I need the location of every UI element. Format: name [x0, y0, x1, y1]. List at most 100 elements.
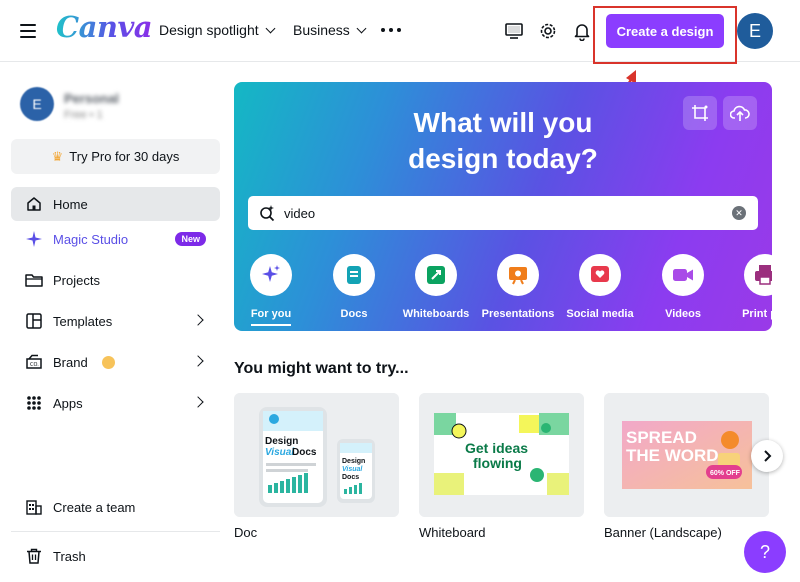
category-whiteboards[interactable]: Whiteboards — [395, 254, 477, 320]
chevron-down-icon — [356, 23, 367, 33]
new-badge: New — [175, 232, 206, 246]
carousel-next-button[interactable] — [751, 440, 783, 472]
try-pro-label: Try Pro for 30 days — [69, 149, 180, 164]
category-label: Whiteboards — [402, 308, 470, 320]
whiteboard-icon — [415, 254, 457, 296]
nav-design-spotlight[interactable]: Design spotlight — [159, 22, 276, 38]
category-presentations[interactable]: Presentations — [477, 254, 559, 320]
custom-size-button[interactable] — [683, 96, 717, 130]
upload-button[interactable] — [723, 96, 757, 130]
profile-plan: Free • 1 — [64, 109, 103, 121]
hero-banner: What will you design today? video ✕ For … — [234, 82, 772, 331]
banner-thumbnail: SPREAD THE WORD 60% OFF — [604, 393, 769, 517]
category-label: Social media — [566, 308, 634, 320]
trash-icon — [25, 547, 43, 565]
category-label: Presentations — [481, 308, 555, 320]
search-input[interactable]: video ✕ — [248, 196, 758, 230]
suggestion-card-banner[interactable]: SPREAD THE WORD 60% OFF — [604, 393, 769, 517]
svg-text:CO.: CO. — [30, 362, 39, 368]
chevron-right-icon — [192, 355, 204, 367]
try-pro-button[interactable]: ♛ Try Pro for 30 days — [11, 139, 220, 174]
sidebar: E Personal Free • 1 ♛ Try Pro for 30 day… — [0, 62, 232, 582]
notifications-bell-icon[interactable] — [570, 19, 594, 43]
video-icon — [662, 254, 704, 296]
doc-thumbnail: Design Visual Docs Design Visual Docs — [234, 393, 399, 517]
more-options-icon[interactable] — [381, 28, 401, 32]
sidebar-item-label: Trash — [53, 548, 86, 564]
profile-name: Personal — [64, 91, 119, 106]
heart-icon — [579, 254, 621, 296]
doc-icon — [333, 254, 375, 296]
chevron-right-icon — [764, 450, 772, 462]
svg-text:Docs: Docs — [292, 447, 317, 458]
category-videos[interactable]: Videos — [642, 254, 724, 320]
card-label-banner: Banner (Landscape) — [604, 525, 722, 540]
category-docs[interactable]: Docs — [313, 254, 395, 320]
svg-text:Design: Design — [342, 458, 365, 465]
magic-sparkle-icon — [25, 230, 43, 248]
print-icon — [744, 254, 772, 296]
sidebar-item-brand[interactable]: CO. Brand — [11, 345, 220, 379]
templates-icon — [25, 312, 43, 330]
sidebar-item-magic-studio[interactable]: Magic Studio New — [11, 222, 220, 256]
category-label: Videos — [665, 308, 701, 320]
sidebar-item-label: Projects — [53, 272, 100, 288]
sidebar-item-home[interactable]: Home — [11, 187, 220, 221]
profile-avatar[interactable]: E — [20, 87, 54, 121]
menu-icon[interactable] — [18, 21, 38, 41]
chevron-right-icon — [192, 314, 204, 326]
sidebar-item-label: Home — [53, 196, 88, 212]
svg-text:SPREAD: SPREAD — [626, 428, 697, 447]
brand-icon: CO. — [25, 353, 43, 371]
sidebar-item-apps[interactable]: Apps — [11, 386, 220, 420]
svg-text:Docs: Docs — [342, 474, 359, 481]
crown-icon: ♛ — [51, 148, 64, 164]
chevron-down-icon — [265, 23, 276, 33]
help-button[interactable]: ? — [744, 531, 786, 573]
sidebar-item-templates[interactable]: Templates — [11, 304, 220, 338]
nav-business[interactable]: Business — [293, 22, 367, 38]
sidebar-item-label: Magic Studio — [53, 231, 129, 247]
suggestion-card-whiteboard[interactable]: Get ideas flowing — [419, 393, 584, 517]
canva-logo[interactable]: Canva — [56, 10, 153, 44]
svg-text:Visual: Visual — [265, 447, 294, 458]
category-for-you[interactable]: For you — [234, 254, 312, 326]
magic-search-icon — [260, 205, 275, 222]
cloud-upload-icon — [730, 105, 750, 121]
sidebar-item-trash[interactable]: Trash — [11, 539, 220, 573]
top-bar: Canva Design spotlight Business Create a… — [0, 0, 800, 64]
suggestion-card-doc[interactable]: Design Visual Docs Design Visual Docs — [234, 393, 399, 517]
svg-text:THE WORD: THE WORD — [626, 446, 719, 465]
sparkle-icon — [250, 254, 292, 296]
chevron-right-icon — [192, 396, 204, 408]
sidebar-item-create-team[interactable]: Create a team — [11, 490, 220, 524]
hero-title-line: design today? — [408, 143, 598, 174]
nav-label: Design spotlight — [159, 22, 259, 38]
clear-search-icon[interactable]: ✕ — [732, 206, 746, 220]
category-social-media[interactable]: Social media — [559, 254, 641, 320]
active-underline — [251, 324, 291, 326]
sidebar-item-label: Apps — [53, 395, 83, 411]
sidebar-item-label: Create a team — [53, 499, 136, 515]
folder-icon — [25, 271, 43, 289]
sidebar-item-label: Brand — [53, 354, 88, 370]
apps-grid-icon — [25, 394, 43, 412]
desktop-app-icon[interactable] — [502, 19, 526, 43]
svg-text:Visual: Visual — [342, 466, 363, 473]
sidebar-item-label: Templates — [53, 313, 113, 329]
whiteboard-thumbnail: Get ideas flowing — [419, 393, 584, 517]
account-avatar[interactable]: E — [737, 13, 773, 49]
resize-icon — [692, 105, 708, 121]
category-print[interactable]: Print pro — [724, 254, 772, 320]
card-label-whiteboard: Whiteboard — [419, 525, 486, 540]
settings-gear-icon[interactable] — [536, 19, 560, 43]
sidebar-divider — [11, 531, 220, 532]
svg-text:Design: Design — [265, 436, 298, 447]
category-label: For you — [250, 308, 292, 320]
create-a-design-button[interactable]: Create a design — [606, 14, 724, 48]
sidebar-item-projects[interactable]: Projects — [11, 263, 220, 297]
category-label: Print pro — [742, 308, 772, 320]
nav-label: Business — [293, 22, 350, 38]
pro-crown-icon — [101, 355, 115, 369]
svg-text:60% OFF: 60% OFF — [710, 470, 741, 477]
